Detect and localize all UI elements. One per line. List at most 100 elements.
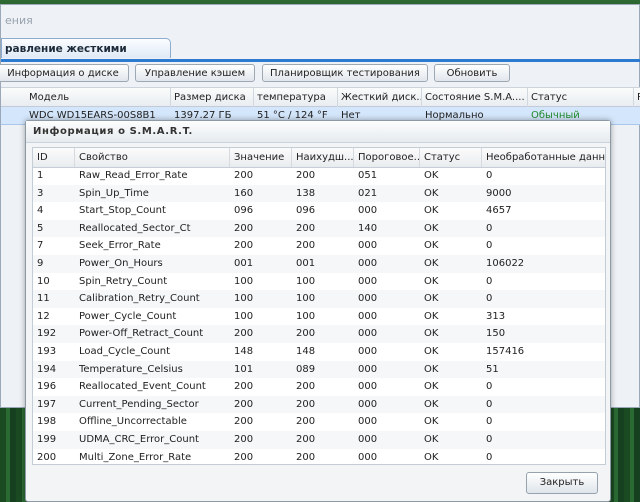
cell-value: 200 <box>234 434 254 445</box>
test-scheduler-button[interactable]: Планировщик тестирования <box>262 64 428 82</box>
table-row[interactable]: 7 Seek_Error_Rate 200 200 000 OK 0 <box>33 237 605 255</box>
column-header-extra[interactable]: R <box>634 88 640 107</box>
cache-management-button[interactable]: Управление кэшем <box>135 64 255 82</box>
cell-raw-data: 0 <box>486 275 493 287</box>
column-header-status[interactable]: Статус <box>420 148 482 167</box>
column-header-threshold[interactable]: Пороговое... <box>354 148 420 167</box>
cell-id: 194 <box>37 363 57 375</box>
cell-attribute: Current_Pending_Sector <box>79 398 199 410</box>
table-row[interactable]: 10 Spin_Retry_Count 100 100 000 OK 0 <box>33 273 605 291</box>
cell-status: OK <box>424 222 439 234</box>
cell-worst: 138 <box>296 187 316 199</box>
column-header-attribute[interactable]: Свойство <box>75 148 230 167</box>
cell-value: 100 <box>234 293 254 305</box>
cell-threshold: 000 <box>358 398 378 410</box>
cell-attribute: Spin_Retry_Count <box>79 275 168 287</box>
cell-raw-data: 9000 <box>486 187 512 199</box>
cell-status: OK <box>424 187 439 199</box>
table-row[interactable]: 9 Power_On_Hours 001 001 000 OK 106022 <box>33 255 605 273</box>
column-header-raw-data[interactable]: Необработанные данн... <box>482 148 605 167</box>
disk-info-button[interactable]: Информация о диске <box>0 64 129 82</box>
cell-attribute: Spin_Up_Time <box>79 187 149 199</box>
cell-attribute: Multi_Zone_Error_Rate <box>79 451 192 463</box>
table-row[interactable]: 192 Power-Off_Retract_Count 200 200 000 OK 150 <box>33 325 605 343</box>
dialog-title: Информация о S.M.A.R.T. <box>26 121 610 143</box>
table-row[interactable]: 197 Current_Pending_Sector 200 200 000 OK 0 <box>33 395 605 414</box>
cell-status: OK <box>424 275 439 287</box>
cell-worst: 200 <box>296 222 316 234</box>
column-header-id[interactable]: ID <box>33 148 75 167</box>
cell-worst: 200 <box>296 451 316 463</box>
cell-status: OK <box>424 451 439 463</box>
cell-attribute: Power_Cycle_Count <box>79 310 177 322</box>
cell-status: OK <box>424 170 439 181</box>
cell-value: 200 <box>234 240 254 252</box>
cell-worst: 089 <box>296 363 316 375</box>
cell-id: 12 <box>37 310 50 322</box>
table-row[interactable]: 196 Reallocated_Event_Count 200 200 000 OK 0 <box>33 378 605 396</box>
refresh-button[interactable]: Обновить <box>434 64 510 82</box>
toolbar: Информация о диске Управление кэшем План… <box>0 61 640 85</box>
cell-id: 198 <box>37 416 57 428</box>
cell-status: OK <box>424 398 439 410</box>
close-button[interactable]: Закрыть <box>526 472 598 494</box>
table-row[interactable]: 199 UDMA_CRC_Error_Count 200 200 000 OK 0 <box>33 431 605 449</box>
column-header-smart-state[interactable]: Состояние S.M.A.... <box>422 88 528 107</box>
cell-threshold: 000 <box>358 275 378 287</box>
cell-value: 200 <box>234 222 254 234</box>
cell-attribute: Start_Stop_Count <box>79 205 166 217</box>
tab-disk-management[interactable]: равление жесткими дисками <box>1 38 171 75</box>
cell-id: 3 <box>37 187 44 199</box>
column-header-hot-spare[interactable]: Жесткий диск... <box>338 88 422 107</box>
cell-threshold: 000 <box>358 416 378 428</box>
cell-id: 4 <box>37 205 44 217</box>
cell-attribute: Load_Cycle_Count <box>79 346 171 357</box>
cell-attribute: UDMA_CRC_Error_Count <box>79 434 199 445</box>
table-row[interactable]: 4 Start_Stop_Count 096 096 000 OK 4657 <box>33 202 605 220</box>
cell-raw-data: 51 <box>486 363 499 375</box>
cell-value: 001 <box>234 258 254 269</box>
cell-value: 148 <box>234 346 254 357</box>
table-row[interactable]: 12 Power_Cycle_Count 100 100 000 OK 313 <box>33 308 605 326</box>
cell-threshold: 000 <box>358 240 378 252</box>
table-row[interactable]: 198 Offline_Uncorrectable 200 200 000 OK 0 <box>33 413 605 431</box>
cell-attribute: Temperature_Celsius <box>79 363 183 375</box>
column-header-value[interactable]: Значение <box>230 148 292 167</box>
cell-attribute: Reallocated_Sector_Ct <box>79 222 191 234</box>
cell-worst: 200 <box>296 416 316 428</box>
column-header-status[interactable]: Статус <box>528 88 634 107</box>
table-row[interactable]: 1 Raw_Read_Error_Rate 200 200 051 OK 0 <box>33 167 605 185</box>
column-header-size[interactable]: Размер диска <box>171 88 254 107</box>
cell-raw-data: 106022 <box>486 258 525 269</box>
cell-id: 11 <box>37 293 50 305</box>
cell-id: 10 <box>37 275 50 287</box>
cell-raw-data: 0 <box>486 398 493 410</box>
cell-threshold: 000 <box>358 381 378 393</box>
cell-id: 200 <box>37 451 57 463</box>
cell-value: 200 <box>234 170 254 181</box>
cell-threshold: 000 <box>358 434 378 445</box>
cell-raw-data: 0 <box>486 416 493 428</box>
table-row[interactable]: 11 Calibration_Retry_Count 100 100 000 OK 0 <box>33 290 605 308</box>
table-row[interactable]: 194 Temperature_Celsius 101 089 000 OK 51 <box>33 360 605 379</box>
cell-value: 200 <box>234 416 254 428</box>
cell-raw-data: 0 <box>486 293 493 305</box>
tab-strip: равление жесткими дисками <box>1 35 640 75</box>
table-row[interactable]: 200 Multi_Zone_Error_Rate 200 200 000 OK 0 <box>33 449 605 464</box>
cell-status: OK <box>424 434 439 445</box>
table-row[interactable]: 193 Load_Cycle_Count 148 148 000 OK 157416 <box>33 343 605 361</box>
table-row[interactable]: 5 Reallocated_Sector_Ct 200 200 140 OK 0 <box>33 219 605 238</box>
cell-threshold: 000 <box>358 310 378 322</box>
cell-value: 101 <box>234 363 254 375</box>
column-header-temperature[interactable]: температура <box>254 88 338 107</box>
cell-value: 200 <box>234 381 254 393</box>
cell-status: OK <box>424 381 439 393</box>
cell-attribute: Raw_Read_Error_Rate <box>79 170 188 181</box>
table-row[interactable]: 3 Spin_Up_Time 160 138 021 OK 9000 <box>33 184 605 203</box>
column-header-model[interactable]: Модель <box>1 88 171 107</box>
cell-raw-data: 0 <box>486 240 493 252</box>
column-header-worst[interactable]: Наихудш... <box>292 148 354 167</box>
cell-status: OK <box>424 416 439 428</box>
cell-status: OK <box>424 240 439 252</box>
cell-threshold: 000 <box>358 258 378 269</box>
